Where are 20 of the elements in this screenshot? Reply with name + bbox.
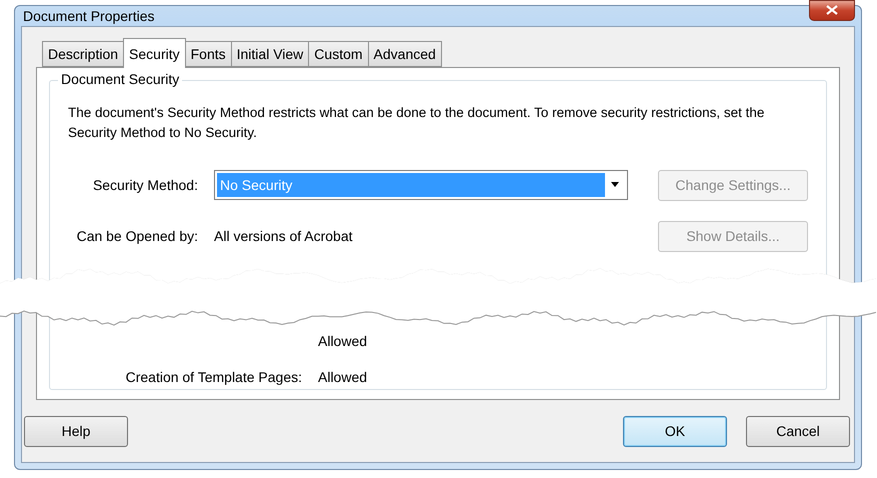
description-text: The document's Security Method restricts what can be done to the document. To remove security restrictions, set the Security Method to No Security. bbox=[68, 104, 766, 142]
tab[interactable]: Custom bbox=[308, 41, 369, 67]
field-label: Can be Opened by: bbox=[76, 228, 198, 244]
tab[interactable]: Initial View bbox=[230, 41, 310, 67]
window-title: Document Properties bbox=[22, 8, 155, 24]
group-title: Document Security bbox=[58, 71, 182, 87]
tab[interactable]: Fonts bbox=[184, 41, 232, 67]
dialog-button[interactable]: Cancel bbox=[746, 416, 850, 446]
dialog-button[interactable]: Help bbox=[24, 416, 128, 446]
close-button[interactable] bbox=[809, 0, 855, 20]
field-value: All versions of Acrobat bbox=[214, 228, 353, 244]
tab[interactable]: Advanced bbox=[368, 41, 442, 67]
field-label: Security Method: bbox=[92, 177, 198, 193]
tab[interactable]: Security bbox=[123, 38, 186, 68]
dialog-button[interactable]: OK bbox=[623, 416, 727, 446]
field-value: Allowed bbox=[318, 333, 368, 349]
close-icon bbox=[826, 5, 838, 15]
field-value: Allowed bbox=[318, 369, 368, 385]
field-label: Creation of Template Pages: bbox=[124, 369, 302, 385]
tab[interactable]: Description bbox=[42, 41, 124, 67]
